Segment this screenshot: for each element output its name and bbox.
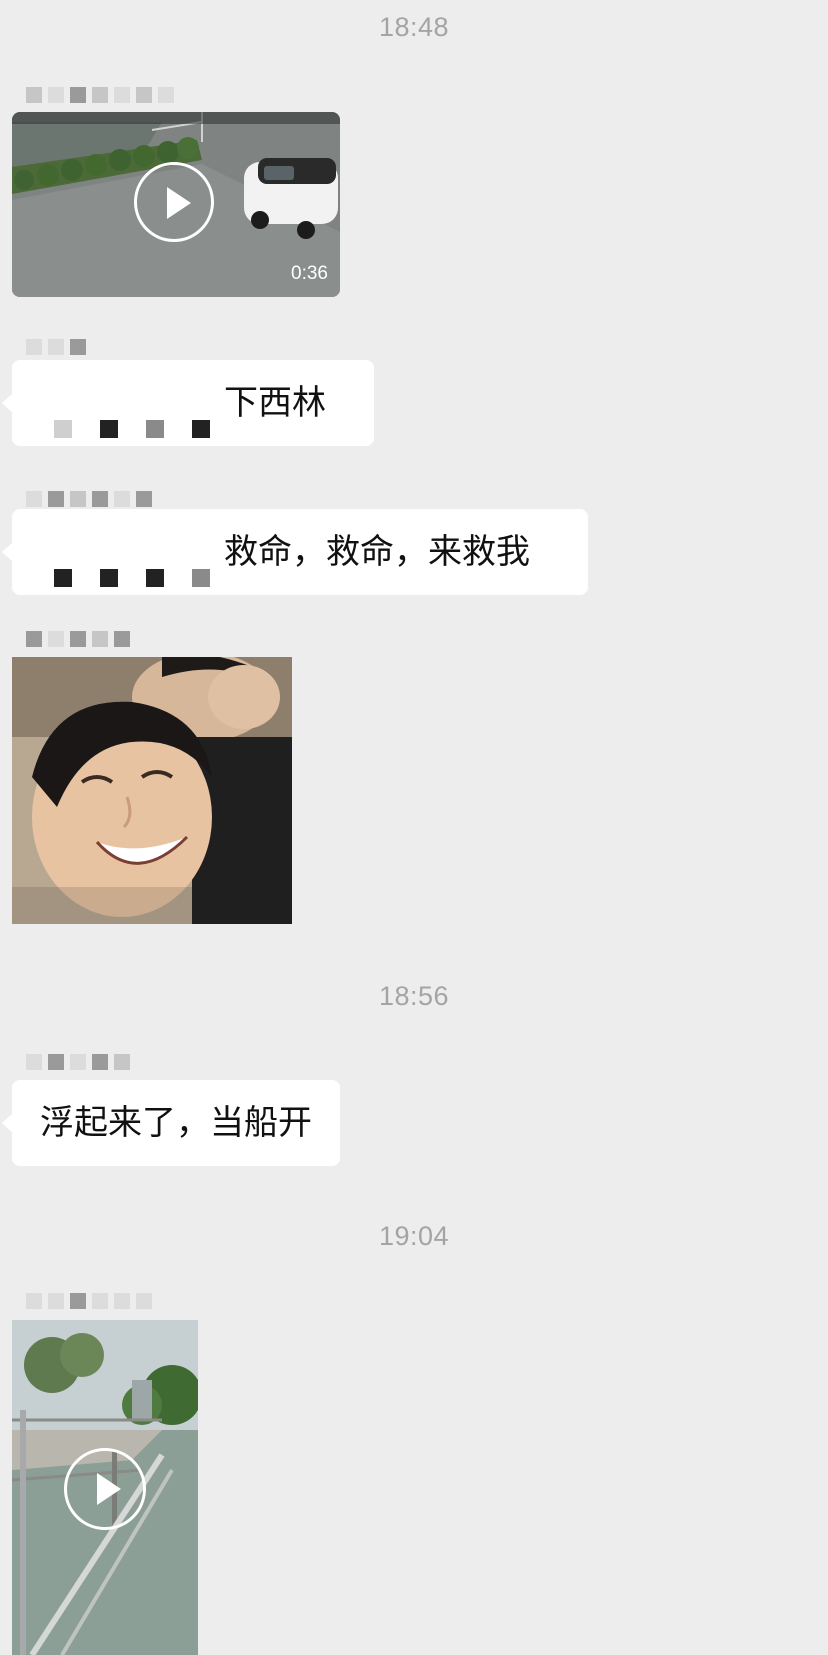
timestamp: 18:56 <box>378 981 450 1011</box>
message-text: 浮起来了，当船开 <box>40 1103 312 1143</box>
text-message[interactable]: 浮起来了，当船开 <box>2 1080 340 1166</box>
play-icon[interactable] <box>134 162 214 242</box>
message-text: 下西林 <box>224 383 326 423</box>
video-message[interactable] <box>12 1320 198 1655</box>
timestamp: 18:48 <box>378 12 450 42</box>
laughing-face-image <box>12 657 292 924</box>
text-message[interactable]: 下西林 <box>2 360 374 446</box>
sender-nickname <box>26 1290 152 1312</box>
image-message[interactable] <box>12 657 292 924</box>
play-icon[interactable] <box>64 1448 146 1530</box>
sender-nickname <box>26 1051 130 1073</box>
redacted-text <box>40 534 224 587</box>
timestamp: 19:04 <box>378 1221 450 1251</box>
redacted-text <box>40 385 224 438</box>
message-text: 救命，救命，来救我 <box>224 532 530 572</box>
sender-nickname <box>26 488 152 510</box>
sender-nickname <box>26 84 174 106</box>
video-duration: 0:36 <box>291 263 328 284</box>
sender-nickname <box>26 336 86 358</box>
text-message[interactable]: 救命，救命，来救我 <box>2 509 588 595</box>
video-message[interactable]: 0:36 <box>12 112 340 297</box>
sender-nickname <box>26 628 130 650</box>
